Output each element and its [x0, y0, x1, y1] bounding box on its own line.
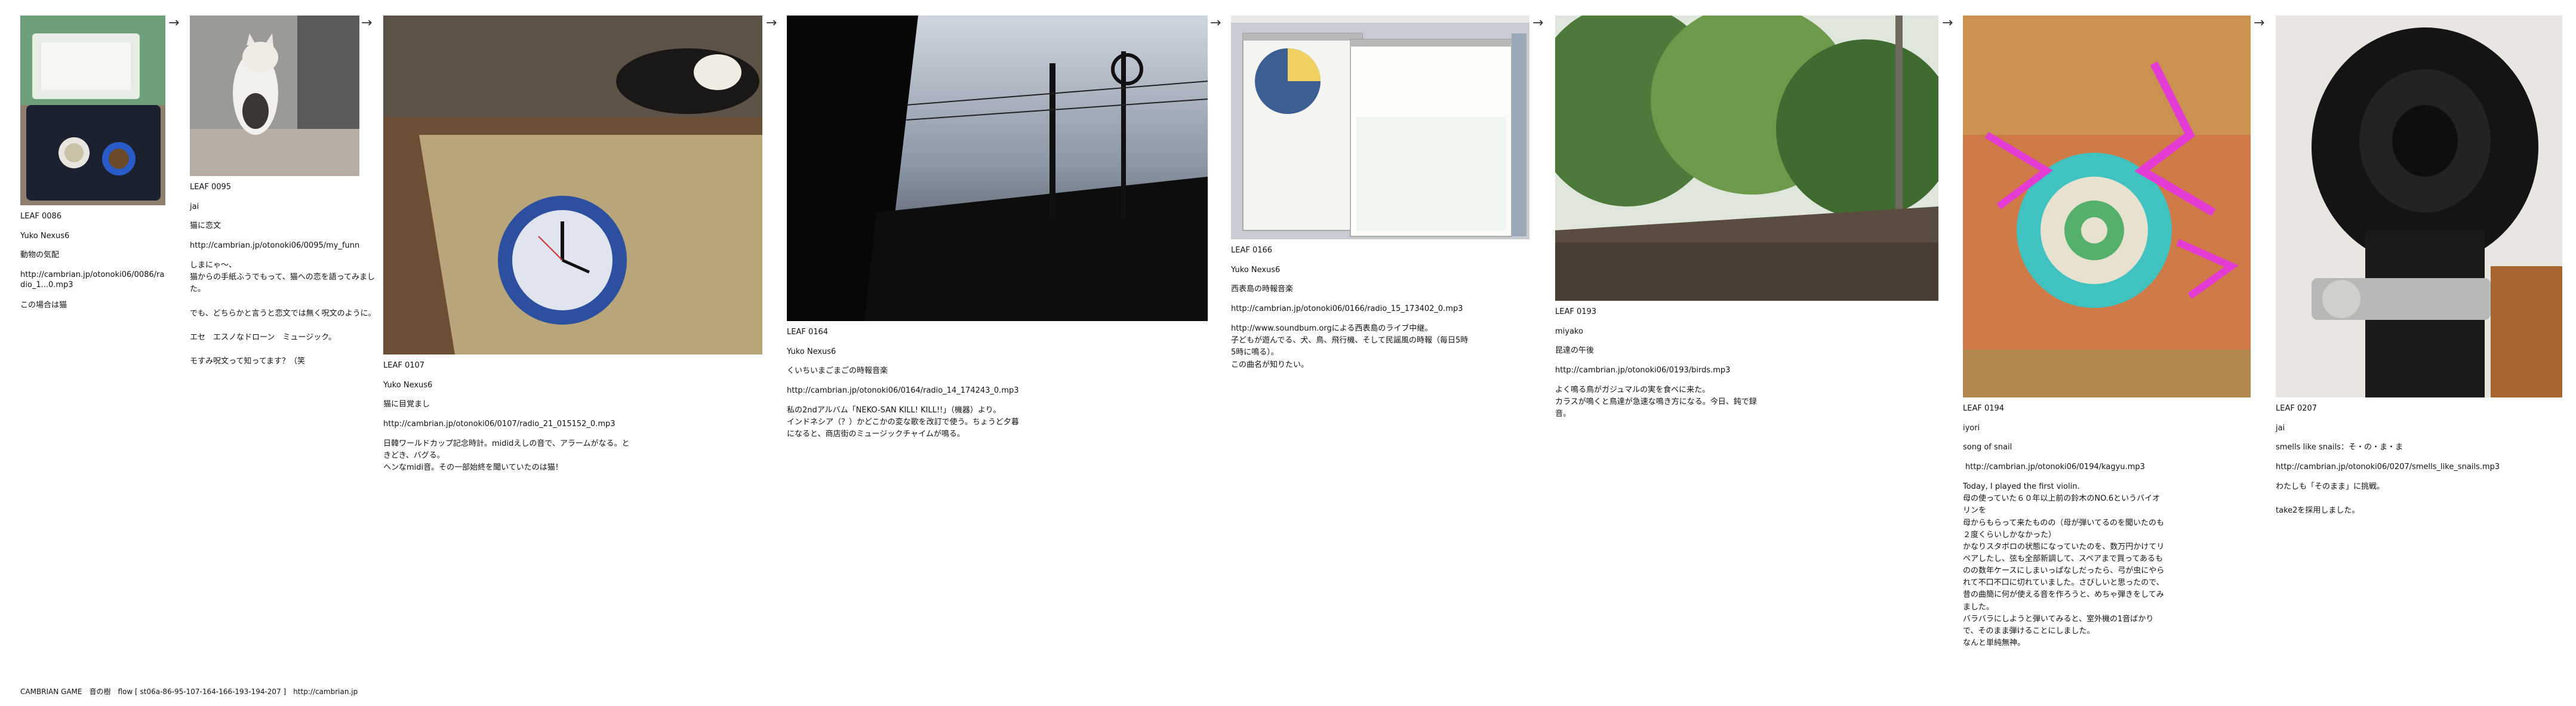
- leaf-0193: LEAF 0193 miyako 昆達の午後 http://cambrian.j…: [1555, 16, 1938, 421]
- audio-link[interactable]: http://cambrian.jp/otonoki06/0164/radio_…: [787, 386, 1026, 396]
- audio-link[interactable]: http://cambrian.jp/otonoki06/0086/radio_…: [20, 270, 167, 291]
- audio-link[interactable]: http://cambrian.jp/otonoki06/0207/smells…: [2276, 462, 2503, 473]
- author[interactable]: jai: [190, 202, 384, 212]
- garden-trees-photo[interactable]: [1555, 16, 1938, 301]
- cello-scroll-photo[interactable]: [2276, 16, 2562, 397]
- footer-credits: CAMBRIAN GAME 音の樹 flow [ st06a-86-95-107…: [20, 687, 358, 696]
- alarm-clock-on-tatami-photo[interactable]: [383, 16, 762, 354]
- leaf-0086: LEAF 0086 Yuko Nexus6 動物の気配 http://cambr…: [20, 16, 167, 312]
- leaf-title: 猫に目覚まし: [383, 400, 430, 409]
- leaf-comment: http://www.soundbum.orgによる西表島のライブ中継。 子ども…: [1231, 324, 1469, 369]
- flow-arrow-icon: →: [1532, 16, 1544, 30]
- leaf-title: くいちいまごまごの時報音楽: [787, 366, 888, 376]
- leaf-id: LEAF 0107: [383, 361, 425, 370]
- leaf-title: smells like snails：そ・の・ま・ま: [2276, 443, 2403, 452]
- leaf-id: LEAF 0194: [1963, 404, 2005, 413]
- desktop-screenshot[interactable]: [1231, 16, 1529, 239]
- cat-food-tray-photo[interactable]: [20, 16, 165, 205]
- leaf-title: 動物の気配: [20, 251, 60, 260]
- leaf-0164: LEAF 0164 Yuko Nexus6 くいちいまごまごの時報音楽 http…: [787, 16, 1208, 441]
- leaf-comment: 私の2ndアルバム「NEKO-SAN KILL! KILL!!」（機器）より。 …: [787, 406, 1019, 439]
- leaf-id: LEAF 0193: [1555, 307, 1597, 316]
- author[interactable]: Yuko Nexus6: [383, 380, 634, 391]
- audio-link[interactable]: http://cambrian.jp/otonoki06/0095/my_fun…: [190, 241, 384, 251]
- leaf-id: LEAF 0164: [787, 328, 829, 337]
- leaf-comment: わたしも「そのまま」に挑戦。 take2を採用しました。: [2276, 482, 2385, 516]
- audio-link[interactable]: http://cambrian.jp/otonoki06/0166/radio_…: [1231, 304, 1470, 315]
- leaf-id: LEAF 0095: [190, 183, 232, 192]
- audio-link[interactable]: http://cambrian.jp/otonoki06/0193/birds.…: [1555, 365, 1770, 376]
- leaf-id: LEAF 0207: [2276, 404, 2318, 413]
- flow-arrow-icon: →: [168, 16, 180, 30]
- leaf-0194: LEAF 0194 iyori song of snail http://cam…: [1963, 16, 2251, 649]
- flow-arrow-icon: →: [2254, 16, 2265, 30]
- leaf-id: LEAF 0086: [20, 212, 62, 221]
- leaf-0095: LEAF 0095 jai 猫に恋文 http://cambrian.jp/ot…: [190, 16, 384, 368]
- leaf-title: 昆達の午後: [1555, 346, 1595, 356]
- leaf-comment: 日韓ワールドカップ記念時計。mididえしの音で、アラームがなる。ときどき、バグ…: [383, 439, 630, 473]
- leaf-title: 猫に恋文: [190, 221, 221, 231]
- flow-arrow-icon: →: [1942, 16, 1953, 30]
- leaf-0166: LEAF 0166 Yuko Nexus6 西表島の時報音楽 http://ca…: [1231, 16, 1529, 371]
- cat-standing-photo[interactable]: [190, 16, 359, 176]
- flow-arrow-icon: →: [361, 16, 373, 30]
- audio-link[interactable]: http://cambrian.jp/otonoki06/0194/kagyu.…: [1965, 462, 2166, 473]
- author[interactable]: Yuko Nexus6: [20, 231, 167, 242]
- leaf-title: 西表島の時報音楽: [1231, 285, 1294, 294]
- audio-link[interactable]: http://cambrian.jp/otonoki06/0107/radio_…: [383, 419, 634, 430]
- leaf-0107: LEAF 0107 Yuko Nexus6 猫に目覚まし http://camb…: [383, 16, 762, 474]
- author[interactable]: Yuko Nexus6: [787, 347, 1026, 357]
- leaf-id: LEAF 0166: [1231, 246, 1273, 255]
- leaf-comment: この場合は猫: [20, 300, 67, 310]
- author[interactable]: iyori: [1963, 423, 2166, 434]
- leaf-comment: Today, I played the first violin. 母の使ってい…: [1963, 482, 2165, 648]
- author[interactable]: miyako: [1555, 326, 1770, 337]
- leaf-comment: しまにゃ～、 猫からの手紙ふうでもって、猫への恋を語ってみました。 でも、どちら…: [190, 261, 376, 366]
- flow-arrow-icon: →: [766, 16, 777, 30]
- leaf-comment: よく鳴る鳥がガジュマルの実を食べに来た。 カラスが鳴くと鳥達が急速な鳴き方になる…: [1555, 386, 1757, 419]
- author[interactable]: Yuko Nexus6: [1231, 265, 1470, 276]
- snail-painting-photo[interactable]: [1963, 16, 2251, 397]
- dusk-power-lines-photo[interactable]: [787, 16, 1208, 321]
- leaf-title: song of snail: [1963, 443, 2012, 452]
- leaf-0207: LEAF 0207 jai smells like snails：そ・の・ま・ま…: [2276, 16, 2562, 517]
- author[interactable]: jai: [2276, 423, 2503, 434]
- flow-arrow-icon: →: [1210, 16, 1221, 30]
